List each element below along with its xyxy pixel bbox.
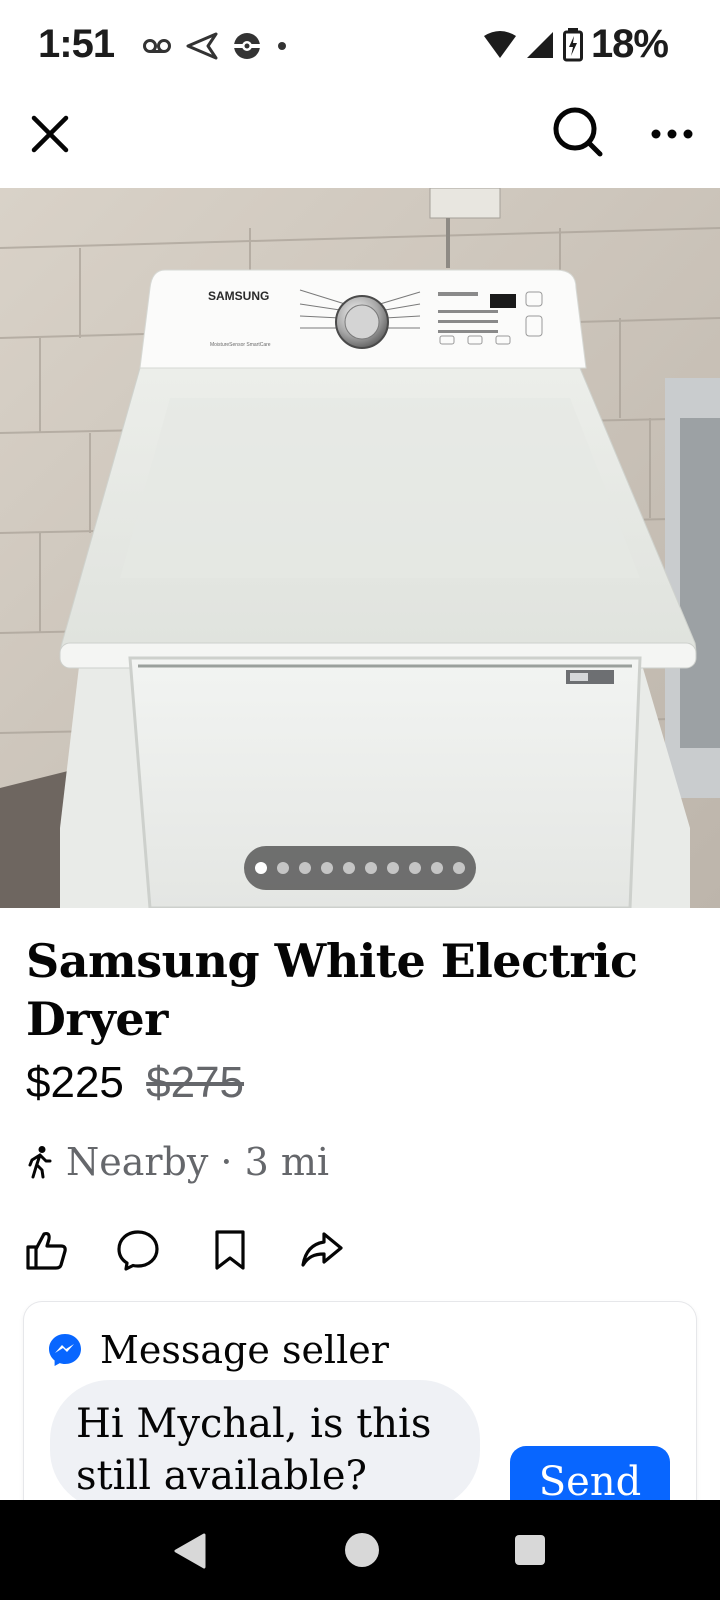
pagination-dot[interactable] xyxy=(453,862,465,874)
search-button[interactable] xyxy=(550,104,606,160)
battery-level: 18% xyxy=(590,22,669,66)
status-bar: 1:51 18% xyxy=(0,0,720,90)
signal-icon xyxy=(526,31,553,58)
pokeball-icon xyxy=(234,33,260,59)
message-seller-title: Message seller xyxy=(100,1328,389,1372)
dot-icon xyxy=(278,42,286,50)
back-icon xyxy=(174,1533,206,1569)
brand-label: SAMSUNG xyxy=(208,289,269,303)
message-input[interactable]: Hi Mychal, is this still available? xyxy=(50,1380,480,1510)
walking-person-icon xyxy=(28,1146,52,1179)
back-button[interactable] xyxy=(172,1532,208,1575)
location-row[interactable]: Nearby · 3 mi xyxy=(26,1140,329,1184)
close-button[interactable] xyxy=(26,110,74,158)
top-app-bar xyxy=(0,92,720,188)
status-notification-icons xyxy=(142,30,288,62)
status-time: 1:51 xyxy=(38,22,115,66)
home-icon xyxy=(345,1533,379,1567)
price-row: $225 $275 xyxy=(26,1058,244,1108)
listing-actions xyxy=(24,1222,392,1278)
pagination-dot[interactable] xyxy=(343,862,355,874)
pagination-dot[interactable] xyxy=(409,862,421,874)
voicemail-icon xyxy=(143,39,171,53)
share-button[interactable] xyxy=(300,1222,392,1278)
message-seller-card: Message seller Hi Mychal, is this still … xyxy=(24,1302,696,1522)
pagination-dot[interactable] xyxy=(431,862,443,874)
search-icon xyxy=(553,107,603,157)
comment-button[interactable] xyxy=(116,1222,208,1278)
system-navigation-bar xyxy=(0,1500,720,1600)
send-arrow-icon xyxy=(186,32,218,60)
pagination-dot[interactable] xyxy=(365,862,377,874)
dryer-photo-illustration: SAMSUNG MoistureSensor SmartCare xyxy=(0,188,720,908)
home-button[interactable] xyxy=(342,1530,382,1575)
pagination-dot[interactable] xyxy=(277,862,289,874)
listing-title: Samsung White Electric Dryer xyxy=(26,934,638,1046)
more-options-button[interactable] xyxy=(648,114,696,154)
bookmark-icon xyxy=(215,1230,245,1270)
pagination-dot[interactable] xyxy=(255,862,267,874)
thumbs-up-icon xyxy=(26,1231,67,1270)
like-button[interactable] xyxy=(24,1222,116,1278)
save-button[interactable] xyxy=(208,1222,300,1278)
close-icon xyxy=(31,115,69,153)
recent-apps-icon xyxy=(515,1535,545,1565)
more-icon xyxy=(651,129,693,139)
wifi-icon xyxy=(483,30,516,58)
messenger-icon xyxy=(49,1334,81,1366)
recent-apps-button[interactable] xyxy=(512,1532,548,1573)
battery-charging-icon xyxy=(562,27,583,61)
original-price: $275 xyxy=(146,1058,245,1107)
status-system-icons: 18% xyxy=(483,22,669,67)
svg-text:MoistureSensor SmartCare: MoistureSensor SmartCare xyxy=(210,342,271,348)
listing-price: $225 xyxy=(26,1058,124,1107)
pagination-dot[interactable] xyxy=(387,862,399,874)
share-icon xyxy=(301,1232,343,1267)
comment-icon xyxy=(117,1230,159,1271)
pagination-dot[interactable] xyxy=(321,862,333,874)
listing-photo[interactable]: SAMSUNG MoistureSensor SmartCare xyxy=(0,188,720,908)
pagination-dot[interactable] xyxy=(299,862,311,874)
location-text: Nearby · 3 mi xyxy=(66,1140,330,1184)
photo-pagination[interactable] xyxy=(244,846,476,890)
message-seller-header: Message seller xyxy=(48,1328,389,1372)
